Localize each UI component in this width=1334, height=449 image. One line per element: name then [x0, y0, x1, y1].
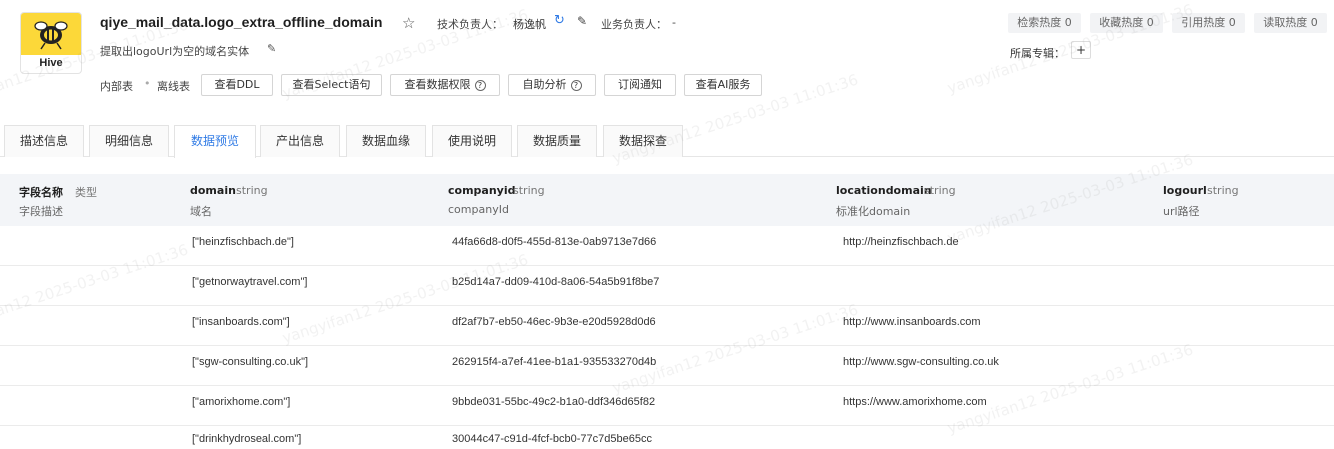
tech-owner-name[interactable]: 杨逸帆	[513, 16, 546, 32]
table-row: ["drinkhydroseal.com"] 30044c47-c91d-4fc…	[0, 426, 1334, 449]
table-row: ["sgw-consulting.co.uk"] 262915f4-a7ef-4…	[0, 346, 1334, 386]
view-permission-label: 查看数据权限	[404, 78, 471, 91]
topic-label: 所属专辑：	[1010, 47, 1065, 60]
ai-service-label: 查看AI服务	[695, 78, 751, 91]
column-desc-logourl: url路径	[1163, 205, 1200, 218]
column-type-domain: string	[236, 184, 268, 197]
tab-bar: 描述信息 明细信息 数据预览 产出信息 数据血缘 使用说明 数据质量 数据探查	[0, 125, 1334, 158]
column-name-locationdomain: locationdomain	[836, 184, 932, 197]
subscribe-button[interactable]: 订阅通知	[604, 74, 676, 96]
table-row: ["heinzfischbach.de"] 44fa66d8-d0f5-455d…	[0, 226, 1334, 266]
column-type-logourl: string	[1207, 184, 1239, 197]
cell-companyid: 30044c47-c91d-4fcf-bcb0-77c7d5be65cc	[452, 433, 652, 445]
tab-data-preview[interactable]: 数据预览	[174, 125, 256, 158]
column-type-locationdomain: string	[924, 184, 956, 197]
tab-lineage[interactable]: 数据血缘	[346, 125, 426, 157]
field-desc-header: 字段描述	[19, 205, 63, 218]
column-name-logourl: logourl	[1163, 184, 1207, 197]
table-title: qiye_mail_data.logo_extra_offline_domain	[100, 14, 383, 30]
help-icon: ?	[570, 80, 582, 91]
view-select-button[interactable]: 查看Select语句	[281, 74, 382, 96]
hive-label: Hive	[39, 57, 63, 69]
ai-service-button[interactable]: 查看AI服务	[684, 74, 762, 96]
help-icon: ?	[474, 80, 486, 91]
tab-exploration[interactable]: 数据探查	[603, 125, 683, 157]
tab-output-info[interactable]: 产出信息	[260, 125, 340, 157]
subscribe-label: 订阅通知	[618, 78, 662, 91]
page-header: Hive qiye_mail_data.logo_extra_offline_d…	[0, 0, 1334, 104]
tab-details[interactable]: 明细信息	[89, 125, 169, 157]
view-ddl-label: 查看DDL	[214, 78, 260, 91]
add-topic-button[interactable]: +	[1071, 41, 1091, 59]
cell-domain: ["sgw-consulting.co.uk"]	[192, 356, 309, 368]
read-heat-badge: 读取热度 0	[1254, 13, 1327, 33]
view-permission-button[interactable]: 查看数据权限?	[390, 74, 500, 96]
cell-companyid: 9bbde031-55bc-49c2-b1a0-ddf346d65f82	[452, 396, 656, 408]
tech-owner-label: 技术负责人：	[437, 18, 503, 31]
column-type-companyid: string	[513, 184, 545, 197]
cell-domain: ["insanboards.com"]	[192, 316, 290, 328]
search-heat-badge: 检索热度 0	[1008, 13, 1081, 33]
cell-domain: ["getnorwaytravel.com"]	[192, 276, 308, 288]
biz-owner-label: 业务负责人：	[601, 18, 667, 31]
table-row: ["amorixhome.com"] 9bbde031-55bc-49c2-b1…	[0, 386, 1334, 426]
column-name-companyid: companyid	[448, 184, 516, 197]
column-desc-locationdomain: 标准化domain	[836, 205, 911, 218]
cell-companyid: b25d14a7-dd09-410d-8a06-54a5b91f8be7	[452, 276, 660, 288]
self-analysis-label: 自助分析	[522, 78, 567, 91]
sync-icon[interactable]: ↻	[554, 13, 565, 28]
cell-companyid: 262915f4-a7ef-41ee-b1a1-935533270d4b	[452, 356, 657, 368]
tag-offline: 离线表	[157, 80, 190, 93]
tag-separator: •	[144, 77, 151, 90]
column-name-domain: domain	[190, 184, 236, 197]
self-analysis-button[interactable]: 自助分析?	[508, 74, 596, 96]
cell-locationdomain: https://www.amorixhome.com	[843, 396, 987, 408]
reference-heat-badge: 引用热度 0	[1172, 13, 1245, 33]
cell-domain: ["amorixhome.com"]	[192, 396, 291, 408]
cell-companyid: df2af7b7-eb50-46ec-9b3e-e20d5928d0d6	[452, 316, 656, 328]
column-desc-domain: 域名	[190, 205, 212, 218]
column-desc-companyid: companyId	[448, 203, 509, 216]
edit-description-icon[interactable]: ✎	[267, 42, 276, 55]
table-row: ["insanboards.com"] df2af7b7-eb50-46ec-9…	[0, 306, 1334, 346]
preview-table-header: 字段名称 类型 字段描述 domain string 域名 companyid …	[0, 174, 1334, 226]
table-row: ["getnorwaytravel.com"] b25d14a7-dd09-41…	[0, 266, 1334, 306]
cell-locationdomain: http://heinzfischbach.de	[843, 236, 959, 248]
tab-usage[interactable]: 使用说明	[432, 125, 512, 157]
hive-bee-icon	[21, 13, 81, 55]
cell-locationdomain: http://www.insanboards.com	[843, 316, 981, 328]
cell-domain: ["heinzfischbach.de"]	[192, 236, 294, 248]
star-icon[interactable]: ☆	[402, 14, 415, 32]
tab-quality[interactable]: 数据质量	[517, 125, 597, 157]
biz-owner-value: -	[672, 16, 676, 29]
field-name-header: 字段名称	[19, 186, 63, 199]
tag-internal: 内部表	[100, 80, 133, 93]
view-ddl-button[interactable]: 查看DDL	[201, 74, 273, 96]
view-select-label: 查看Select语句	[292, 78, 371, 91]
cell-domain: ["drinkhydroseal.com"]	[192, 433, 302, 445]
field-type-header: 类型	[75, 186, 97, 199]
cell-locationdomain: http://www.sgw-consulting.co.uk	[843, 356, 999, 368]
hive-logo: Hive	[20, 12, 82, 74]
favorite-heat-badge: 收藏热度 0	[1090, 13, 1163, 33]
tab-description[interactable]: 描述信息	[4, 125, 84, 157]
cell-companyid: 44fa66d8-d0f5-455d-813e-0ab9713e7d66	[452, 236, 657, 248]
table-description: 提取出logoUrl为空的域名实体	[100, 45, 250, 58]
edit-owner-icon[interactable]: ✎	[577, 14, 587, 28]
